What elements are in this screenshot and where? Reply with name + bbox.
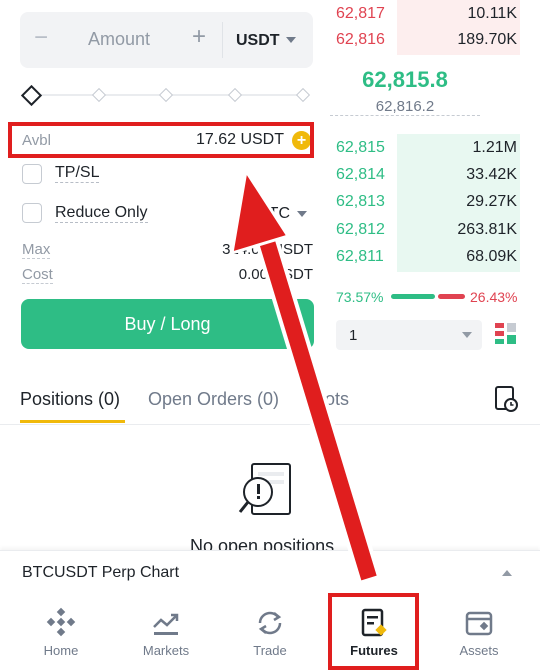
reduce-only-label[interactable]: Reduce Only [55, 204, 148, 223]
tpsl-label[interactable]: TP/SL [55, 164, 100, 183]
bid-price: 62,811 [336, 248, 384, 265]
binance-logo-icon [46, 607, 76, 637]
bid-row[interactable]: 62,813 29.27K [330, 188, 520, 217]
perp-chart-title[interactable]: BTCUSDT Perp Chart [22, 564, 179, 582]
cost-value: 0.00 USDT [238, 266, 313, 283]
amount-decrement-button[interactable]: − [34, 26, 48, 50]
assets-wallet-icon [465, 611, 493, 636]
slider-tick-50[interactable] [158, 87, 174, 103]
ask-price: 62,817 [336, 5, 385, 22]
ask-price: 62,816 [336, 31, 385, 48]
tab-bots[interactable]: Bots [313, 389, 349, 410]
buy-ratio: 73.57% [336, 289, 384, 305]
bid-row[interactable]: 62,814 33.42K [330, 161, 520, 190]
ask-quantity: 189.70K [457, 31, 517, 48]
bid-row[interactable]: 62,811 68.09K [330, 243, 520, 272]
bid-quantity: 68.09K [466, 248, 517, 265]
bid-row[interactable]: 62,812 263.81K [330, 216, 520, 245]
nav-label-trade: Trade [253, 643, 287, 658]
sell-ratio: 26.43% [470, 289, 518, 305]
size-unit-select[interactable]: BTC [258, 205, 290, 223]
nav-item-trade[interactable]: Trade [216, 595, 324, 671]
bid-price: 62,812 [336, 221, 385, 238]
bid-price: 62,814 [336, 166, 385, 183]
ask-row[interactable]: 62,816 189.70K [330, 26, 520, 55]
bid-price: 62,815 [336, 139, 385, 156]
active-tab-indicator [20, 420, 125, 423]
amount-increment-button[interactable]: + [192, 25, 206, 49]
max-label: Max [22, 241, 51, 259]
nav-item-home[interactable]: Home [7, 595, 115, 671]
nav-label-markets: Markets [142, 643, 190, 658]
tab-positions[interactable]: Positions (0) [20, 389, 120, 410]
bid-quantity: 29.27K [466, 193, 517, 210]
ask-quantity: 10.11K [467, 5, 517, 22]
cost-label: Cost [22, 266, 53, 284]
depth-precision-value[interactable]: 1 [349, 327, 357, 344]
bid-quantity: 1.21M [472, 139, 517, 156]
chevron-down-icon[interactable] [462, 332, 472, 338]
nav-item-assets[interactable]: Assets [425, 595, 533, 671]
bid-quantity: 263.81K [457, 221, 517, 238]
tab-divider [0, 424, 540, 425]
bid-price: 62,813 [336, 193, 385, 210]
tpsl-checkbox[interactable] [22, 164, 42, 184]
tab-open-orders[interactable]: Open Orders (0) [148, 389, 279, 410]
nav-label-home: Home [43, 643, 79, 658]
chevron-down-icon[interactable] [297, 211, 307, 217]
amount-placeholder[interactable]: Amount [88, 29, 150, 50]
markets-chart-icon [153, 613, 179, 635]
depth-precision-select[interactable] [336, 320, 482, 350]
sell-ratio-bar [438, 294, 465, 299]
order-history-icon[interactable] [494, 385, 520, 413]
annotation-highlight-box [8, 122, 314, 158]
no-positions-icon [238, 463, 291, 515]
slider-tick-100[interactable] [295, 87, 311, 103]
trade-swap-icon [258, 611, 282, 635]
ask-row[interactable]: 62,817 10.11K [330, 0, 520, 29]
slider-tick-25[interactable] [91, 87, 107, 103]
mark-price[interactable]: 62,816.2 [330, 98, 480, 116]
bid-row[interactable]: 62,815 1.21M [330, 134, 520, 163]
chevron-up-icon[interactable] [502, 570, 512, 576]
max-value: 314.08 USDT [222, 241, 313, 258]
bid-quantity: 33.42K [466, 166, 517, 183]
order-book-layout-icon[interactable] [494, 322, 518, 346]
chevron-down-icon[interactable] [286, 37, 296, 43]
slider-tick-75[interactable] [227, 87, 243, 103]
amount-unit-select[interactable]: USDT [236, 32, 280, 50]
slider-handle[interactable] [20, 84, 43, 107]
reduce-only-checkbox[interactable] [22, 203, 42, 223]
buy-long-button[interactable]: Buy / Long [21, 299, 314, 349]
last-price[interactable]: 62,815.8 [330, 67, 480, 93]
buy-ratio-bar [391, 294, 435, 299]
nav-label-assets: Assets [459, 643, 499, 658]
nav-item-markets[interactable]: Markets [112, 595, 220, 671]
annotation-futures-box [328, 593, 419, 670]
amount-divider [222, 22, 223, 58]
